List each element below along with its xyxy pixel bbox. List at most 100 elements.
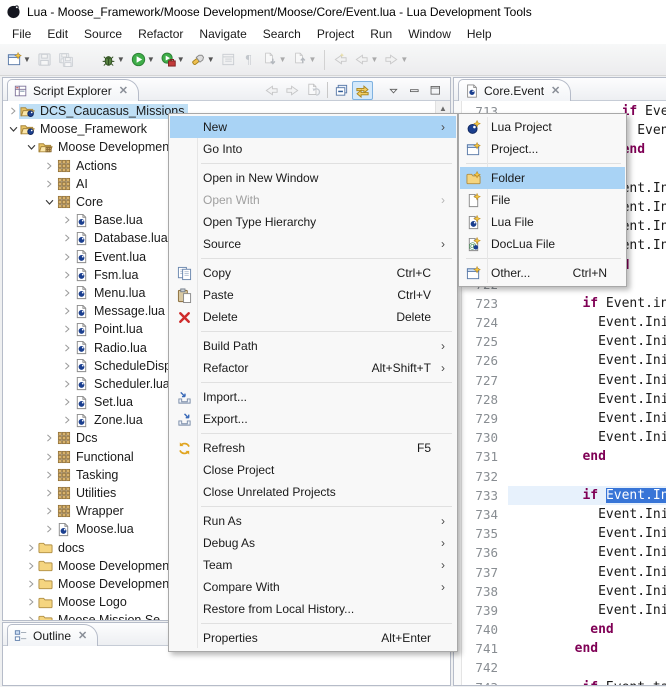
context-menu-item-paste[interactable]: PasteCtrl+V [170, 284, 456, 306]
context-menu-item-compare-with[interactable]: Compare With› [170, 576, 456, 598]
toolbar-button-next-annotation[interactable]: ▼ [261, 48, 289, 72]
context-menu-item-refresh[interactable]: RefreshF5 [170, 437, 456, 459]
toolbar-button-forward[interactable]: ▼ [382, 48, 410, 72]
chevron-right-icon[interactable] [61, 396, 73, 408]
chevron-right-icon[interactable] [61, 214, 73, 226]
context-menu-item-properties[interactable]: PropertiesAlt+Enter [170, 627, 456, 649]
new-submenu-item-lua-file[interactable]: Lua File [460, 211, 625, 233]
code-line-734[interactable]: 734 Event.IniDCSUnit = Event.initiator [462, 505, 666, 524]
context-menu-item-debug-as[interactable]: Debug As› [170, 532, 456, 554]
chevron-right-icon[interactable] [7, 105, 19, 117]
toolbar-button-show-whitespace[interactable]: ¶ [240, 48, 259, 72]
chevron-right-icon[interactable] [61, 414, 73, 426]
chevron-right-icon[interactable] [43, 505, 55, 517]
menubar-item-refactor[interactable]: Refactor [130, 25, 191, 43]
chevron-right-icon[interactable] [25, 542, 37, 554]
code-line-735[interactable]: 735 Event.IniDCSUnitName = Event.IniDCSU… [462, 524, 666, 543]
menubar-item-navigate[interactable]: Navigate [191, 25, 254, 43]
code-line-739[interactable]: 739 Event.IniDCSGroupName = Event.IniDCS… [462, 601, 666, 620]
chevron-right-icon[interactable] [43, 432, 55, 444]
code-line-737[interactable]: 737 Event.IniUnit = UNIT:FindByName( Eve… [462, 563, 666, 582]
chevron-right-icon[interactable] [61, 360, 73, 372]
view-button-link-with-editor[interactable] [352, 81, 373, 100]
tab-core-event[interactable]: Core.Event ✕ [458, 79, 571, 101]
view-button-minimize[interactable] [404, 81, 425, 100]
context-menu-item-close-project[interactable]: Close Project [170, 459, 456, 481]
code-line-738[interactable]: 738 Event.IniDCSGroup = Event.IniDCSUnit… [462, 582, 666, 601]
chevron-right-icon[interactable] [61, 287, 73, 299]
chevron-right-icon[interactable] [43, 160, 55, 172]
dropdown-arrow-icon[interactable]: ▼ [207, 55, 215, 64]
new-submenu-item-folder[interactable]: Folder [460, 167, 625, 189]
context-menu-item-source[interactable]: Source› [170, 233, 456, 255]
chevron-right-icon[interactable] [25, 578, 37, 590]
toolbar-button-back[interactable]: ▼ [352, 48, 380, 72]
toolbar-button-open-element[interactable] [219, 48, 238, 72]
toolbar-button-last-edit-location[interactable] [331, 48, 350, 72]
code-line-728[interactable]: 728 Event.IniDCSGroup = Event.IniDCSUnit… [462, 390, 666, 409]
chevron-right-icon[interactable] [61, 269, 73, 281]
chevron-right-icon[interactable] [43, 451, 55, 463]
chevron-down-icon[interactable] [7, 123, 19, 135]
context-menu-item-go-into[interactable]: Go Into [170, 138, 456, 160]
code-line-726[interactable]: 726 Event.IniUnitName = Event.IniDCSUnit… [462, 351, 666, 370]
close-tab-icon[interactable]: ✕ [78, 629, 87, 642]
new-submenu-item-other[interactable]: Other...Ctrl+N [460, 262, 625, 284]
toolbar-button-new-wizard[interactable]: ▼ [5, 48, 33, 72]
code-line-736[interactable]: 736 Event.IniUnitName = Event.IniDCSUnit… [462, 543, 666, 562]
dropdown-arrow-icon[interactable]: ▼ [177, 55, 185, 64]
dropdown-arrow-icon[interactable]: ▼ [400, 55, 408, 64]
tab-outline[interactable]: Outline ✕ [7, 624, 98, 646]
code-line-740[interactable]: 740 end [462, 620, 666, 639]
menubar-item-file[interactable]: File [4, 25, 39, 43]
dropdown-arrow-icon[interactable]: ▼ [370, 55, 378, 64]
view-button-collapse-all[interactable] [331, 81, 352, 100]
tab-script-explorer[interactable]: Script Explorer ✕ [7, 79, 139, 101]
dropdown-arrow-icon[interactable]: ▼ [279, 55, 287, 64]
context-menu-item-restore-from-local-history[interactable]: Restore from Local History... [170, 598, 456, 620]
context-menu-item-close-unrelated-projects[interactable]: Close Unrelated Projects [170, 481, 456, 503]
view-button-back[interactable] [261, 81, 282, 100]
view-button-view-menu[interactable] [383, 81, 404, 100]
close-tab-icon[interactable]: ✕ [551, 84, 560, 97]
code-line-723[interactable]: 723 if Event.initiator then [462, 294, 666, 313]
context-menu-item-open-type-hierarchy[interactable]: Open Type Hierarchy [170, 211, 456, 233]
code-line-725[interactable]: 725 Event.IniDCSUnitName = Event.IniDCSU… [462, 332, 666, 351]
context-menu-item-copy[interactable]: CopyCtrl+C [170, 262, 456, 284]
chevron-down-icon[interactable] [25, 141, 37, 153]
code-line-731[interactable]: 731 end [462, 447, 666, 466]
code-line-733[interactable]: 733 if Event.IniObjectCategory [462, 486, 666, 505]
context-menu-item-build-path[interactable]: Build Path› [170, 335, 456, 357]
code-line-730[interactable]: 730 Event.IniGroupName = Event.IniDCSGro… [462, 428, 666, 447]
chevron-right-icon[interactable] [43, 469, 55, 481]
context-menu-item-open-with[interactable]: Open With› [170, 189, 456, 211]
menubar-item-run[interactable]: Run [362, 25, 400, 43]
code-line-741[interactable]: 741 end [462, 639, 666, 658]
code-line-727[interactable]: 727 Event.IniUnit = UNIT:FindByName( Eve… [462, 371, 666, 390]
chevron-right-icon[interactable] [43, 523, 55, 535]
context-menu-item-open-in-new-window[interactable]: Open in New Window [170, 167, 456, 189]
chevron-right-icon[interactable] [43, 178, 55, 190]
view-button-up[interactable] [303, 81, 324, 100]
menubar-item-window[interactable]: Window [400, 25, 459, 43]
context-menu-item-run-as[interactable]: Run As› [170, 510, 456, 532]
chevron-right-icon[interactable] [61, 378, 73, 390]
context-menu-item-refactor[interactable]: RefactorAlt+Shift+T› [170, 357, 456, 379]
chevron-right-icon[interactable] [43, 487, 55, 499]
menubar-item-edit[interactable]: Edit [39, 25, 76, 43]
toolbar-button-run[interactable]: ▼ [129, 48, 157, 72]
code-line-742[interactable]: 742 [462, 658, 666, 677]
context-menu-item-import[interactable]: Import... [170, 386, 456, 408]
chevron-right-icon[interactable] [61, 232, 73, 244]
menubar-item-search[interactable]: Search [255, 25, 309, 43]
menubar-item-project[interactable]: Project [309, 25, 362, 43]
chevron-right-icon[interactable] [25, 596, 37, 608]
chevron-right-icon[interactable] [25, 560, 37, 572]
chevron-right-icon[interactable] [61, 323, 73, 335]
toolbar-button-run-external[interactable]: ▼ [159, 48, 187, 72]
context-menu-item-export[interactable]: Export... [170, 408, 456, 430]
new-submenu-item-file[interactable]: File [460, 189, 625, 211]
view-button-forward[interactable] [282, 81, 303, 100]
code-line-743[interactable]: 743 if Event.target [462, 678, 666, 685]
new-submenu-item-doclua-file[interactable]: @DocLua File [460, 233, 625, 255]
